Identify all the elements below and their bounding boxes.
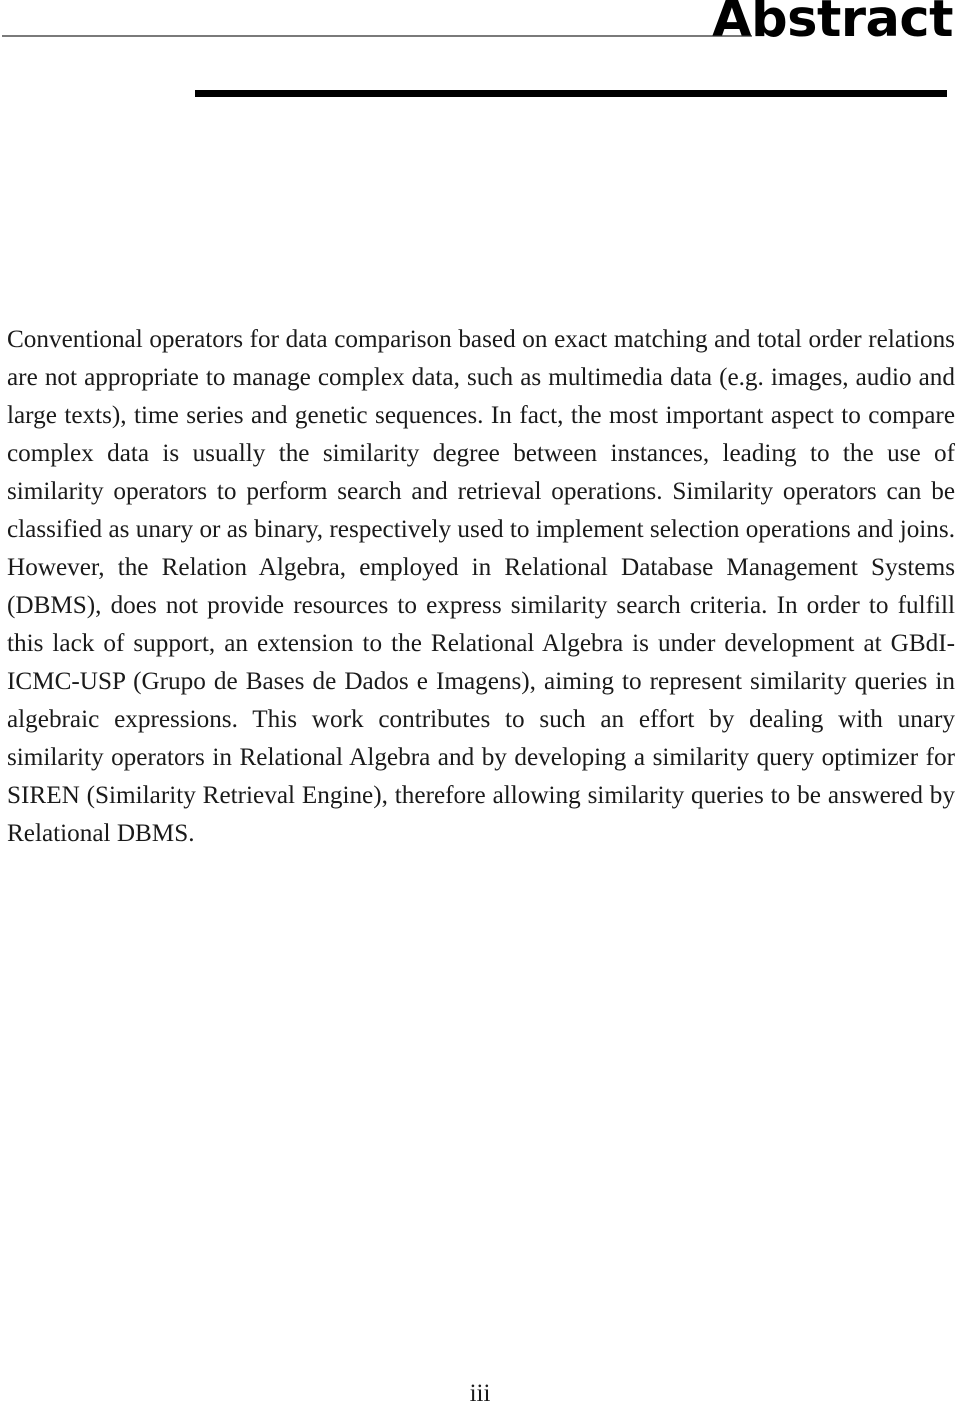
page-number: iii [469,1380,491,1407]
abstract-paragraph: Conventional operators for data comparis… [7,326,955,847]
chapter-header: Abstract [0,0,960,110]
page-title: Abstract [712,0,953,49]
abstract-page: Abstract Conventional operators for data… [0,0,960,1424]
abstract-body: Conventional operators for data comparis… [7,321,955,853]
header-thick-rule [195,90,947,97]
header-thin-rule [2,35,752,37]
